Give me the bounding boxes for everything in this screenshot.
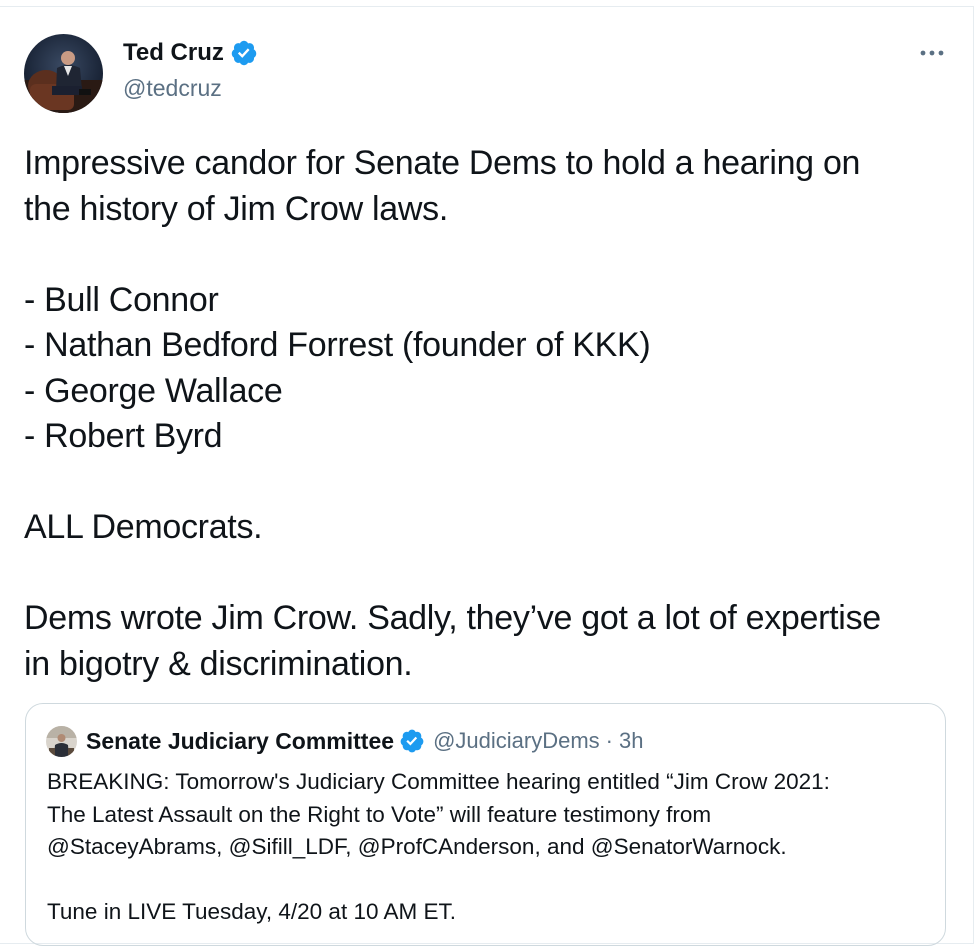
tweet-text-line: Dems wrote Jim Crow. Sadly, they’ve got … xyxy=(24,599,881,637)
tweet-text-line: ALL Democrats. xyxy=(24,508,263,546)
tweet-text-line: in bigotry & discrimination. xyxy=(24,644,413,683)
quoted-tweet[interactable]: Senate Judiciary Committee @JudiciaryDem… xyxy=(25,703,946,946)
more-horizontal-icon[interactable] xyxy=(918,43,946,63)
quoted-author-avatar[interactable] xyxy=(46,726,77,757)
author-name-row[interactable]: Ted Cruz xyxy=(123,39,258,67)
quoted-author-handle[interactable]: @JudiciaryDems xyxy=(433,728,600,754)
tweet-text: Impressive candor for Senate Dems to hol… xyxy=(24,141,954,687)
quoted-tweet-header: Senate Judiciary Committee @JudiciaryDem… xyxy=(86,725,643,757)
verified-badge-icon xyxy=(399,728,425,754)
author-name[interactable]: Ted Cruz xyxy=(123,39,224,67)
tweet-text-blank-line xyxy=(24,551,954,597)
quoted-tweet-timestamp[interactable]: 3h xyxy=(619,728,643,754)
quoted-text-line: Tune in LIVE Tuesday, 4/20 at 10 AM ET. xyxy=(47,899,456,924)
tweet-text-line: - Robert Byrd xyxy=(24,417,223,455)
quoted-text-blank-line xyxy=(47,864,927,897)
tweet-text-line: - Bull Connor xyxy=(24,280,219,319)
quoted-tweet-text: BREAKING: Tomorrow's Judiciary Committee… xyxy=(47,766,927,929)
quoted-text-line: BREAKING: Tomorrow's Judiciary Committee… xyxy=(47,769,830,794)
tweet-text-line: - Nathan Bedford Forrest (founder of KKK… xyxy=(24,326,651,364)
separator-dot: · xyxy=(605,728,613,753)
quoted-text-line: The Latest Assault on the Right to Vote”… xyxy=(47,801,712,827)
author-handle[interactable]: @tedcruz xyxy=(123,75,222,102)
tweet-text-blank-line xyxy=(24,460,954,506)
verified-badge-icon xyxy=(230,39,258,67)
tweet-card: Ted Cruz @tedcruz Impressive candor for … xyxy=(0,6,974,946)
tweet-text-blank-line xyxy=(24,232,954,278)
tweet-text-line: - George Wallace xyxy=(24,371,283,410)
quoted-text-line: @StaceyAbrams, @Sifill_LDF, @ProfCAnders… xyxy=(47,834,787,859)
quoted-author-name[interactable]: Senate Judiciary Committee xyxy=(86,728,394,755)
tweet-text-line: Impressive candor for Senate Dems to hol… xyxy=(24,144,861,182)
author-avatar[interactable] xyxy=(24,34,103,113)
tweet-text-line: the history of Jim Crow laws. xyxy=(24,189,448,228)
